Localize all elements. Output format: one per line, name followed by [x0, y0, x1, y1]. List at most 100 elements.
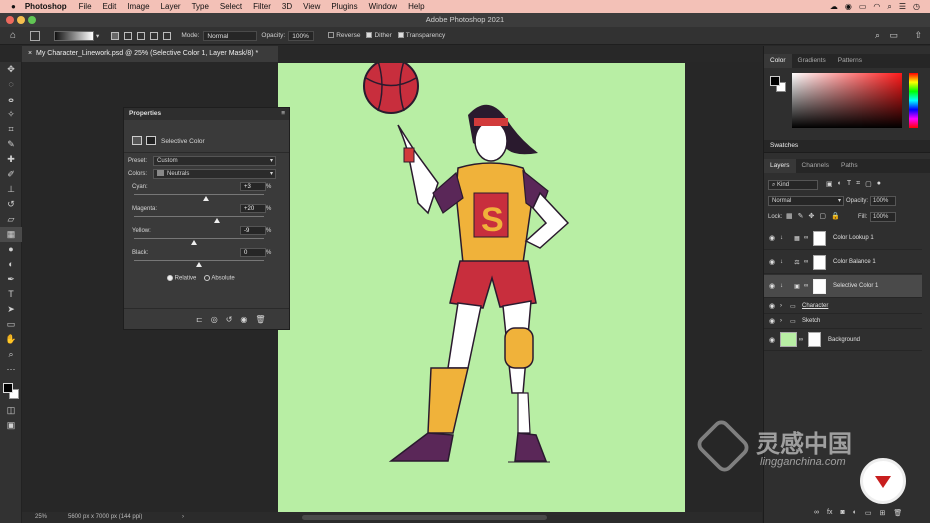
view-previous-state-icon[interactable]: ◎ — [211, 315, 218, 324]
lock-position-icon[interactable]: ✥ — [809, 212, 815, 220]
home-icon[interactable]: ⌂ — [10, 30, 16, 41]
tab-paths[interactable]: Paths — [835, 159, 864, 173]
opacity-field[interactable]: 100% — [288, 30, 315, 41]
blend-mode-select[interactable]: Normal ▾ — [768, 196, 844, 206]
menu-file[interactable]: File — [79, 2, 92, 11]
wifi-icon[interactable]: ◠ — [873, 2, 880, 11]
color-swatches[interactable] — [0, 377, 21, 403]
new-layer-icon[interactable]: ⊞ — [880, 509, 886, 517]
layer-row[interactable]: ◉ ∞ Background — [764, 329, 922, 351]
zoom-tool-icon[interactable]: ⌕ — [0, 347, 22, 362]
black-slider[interactable] — [134, 260, 264, 261]
new-group-icon[interactable]: ▭ — [865, 509, 872, 517]
radial-gradient-icon[interactable] — [124, 31, 133, 40]
menu-view[interactable]: View — [303, 2, 320, 11]
gradient-picker[interactable] — [54, 30, 95, 41]
layer-mask-thumbnail[interactable] — [813, 278, 826, 294]
search-icon[interactable]: ⌕ — [887, 2, 891, 12]
eraser-tool-icon[interactable]: ▱ — [0, 212, 22, 227]
record-icon[interactable]: ◉ — [845, 2, 852, 11]
crop-tool-icon[interactable]: ⌗ — [0, 122, 22, 137]
menu-plugins[interactable]: Plugins — [331, 2, 357, 11]
menu-help[interactable]: Help — [408, 2, 424, 11]
smart-object-filter-icon[interactable]: ▢ — [865, 180, 872, 188]
yellow-value[interactable]: -9 — [240, 226, 266, 235]
pen-tool-icon[interactable]: ✒ — [0, 272, 22, 287]
magenta-value[interactable]: +20 — [240, 204, 266, 213]
link-layers-icon[interactable]: ∞ — [814, 509, 819, 517]
apple-icon[interactable]: ● — [11, 2, 16, 11]
delete-icon[interactable]: 🗑 — [255, 315, 265, 324]
blur-tool-icon[interactable]: ● — [0, 242, 22, 257]
share-icon[interactable]: ⇧ — [914, 30, 922, 41]
visibility-eye-icon[interactable]: ◉ — [764, 258, 780, 266]
dodge-tool-icon[interactable]: ◐ — [0, 257, 22, 272]
status-menu-icon[interactable]: › — [182, 514, 184, 520]
layer-group-row[interactable]: ◉ › ▭ Sketch — [764, 314, 922, 329]
screen-mode-icon[interactable]: ▣ — [0, 418, 22, 433]
reset-icon[interactable]: ↺ — [226, 315, 233, 324]
visibility-icon[interactable]: ◉ — [240, 315, 247, 324]
shape-tool-icon[interactable]: ▭ — [0, 317, 22, 332]
fill-field[interactable]: 100% — [870, 212, 896, 222]
menu-image[interactable]: Image — [127, 2, 149, 11]
tab-layers[interactable]: Layers — [764, 159, 796, 173]
lock-transparent-icon[interactable]: ▦ — [786, 212, 793, 220]
delete-layer-icon[interactable]: 🗑 — [893, 509, 902, 517]
fx-icon[interactable]: fx — [827, 509, 832, 517]
close-tab-icon[interactable]: × — [28, 50, 34, 57]
menu-layer[interactable]: Layer — [161, 2, 181, 11]
yellow-slider-thumb[interactable] — [190, 240, 197, 245]
transparency-checkbox[interactable] — [397, 32, 404, 39]
layer-row-selected[interactable]: ◉ ↓ ▣ ∞ Selective Color 1 — [764, 275, 922, 298]
history-brush-tool-icon[interactable]: ↺ — [0, 197, 22, 212]
color-field[interactable] — [792, 73, 902, 128]
cyan-value[interactable]: +3 — [240, 182, 266, 191]
pixel-filter-icon[interactable]: ▣ — [826, 180, 833, 188]
document-canvas[interactable]: S — [278, 58, 685, 512]
layer-opacity-field[interactable]: 100% — [870, 196, 896, 206]
layer-row[interactable]: ◉ ↓ ▦ ∞ Color Lookup 1 — [764, 227, 922, 250]
angle-gradient-icon[interactable] — [137, 31, 146, 40]
foreground-color[interactable] — [3, 383, 13, 393]
diamond-gradient-icon[interactable] — [163, 31, 172, 40]
control-center-icon[interactable]: ☰ — [899, 2, 906, 11]
document-tab[interactable]: × My Character_Linework.psd @ 25% (Selec… — [22, 46, 278, 62]
brush-tool-icon[interactable]: ✐ — [0, 167, 22, 182]
menu-type[interactable]: Type — [192, 2, 209, 11]
hand-tool-icon[interactable]: ✋ — [0, 332, 22, 347]
layer-group-row[interactable]: ◉ › ▭ Character — [764, 299, 922, 314]
layer-mask-thumbnail[interactable] — [808, 332, 821, 347]
foreground-swatch[interactable] — [770, 76, 780, 86]
more-tools-icon[interactable]: ⋯ — [0, 362, 22, 377]
tab-channels[interactable]: Channels — [796, 159, 835, 173]
magenta-slider-thumb[interactable] — [214, 218, 221, 223]
marquee-tool-icon[interactable]: ◌ — [0, 77, 22, 92]
clock-icon[interactable]: ◷ — [913, 2, 920, 11]
tool-preset-icon[interactable] — [30, 30, 41, 41]
linear-gradient-icon[interactable] — [111, 31, 120, 40]
clone-stamp-tool-icon[interactable]: ⊥ — [0, 182, 22, 197]
lock-image-icon[interactable]: ✎ — [798, 212, 804, 220]
cyan-slider-thumb[interactable] — [202, 196, 209, 201]
zoom-level[interactable]: 25% — [35, 514, 47, 520]
move-tool-icon[interactable]: ✥ — [0, 62, 22, 77]
cyan-slider[interactable] — [134, 194, 264, 195]
new-adjustment-icon[interactable]: ◐ — [853, 509, 857, 517]
dither-checkbox[interactable] — [366, 32, 373, 39]
zoom-window-button[interactable] — [28, 16, 36, 24]
black-value[interactable]: 0 — [240, 248, 266, 257]
eyedropper-tool-icon[interactable]: ✎ — [0, 137, 22, 152]
filter-toggle-icon[interactable]: ● — [877, 180, 881, 188]
type-filter-icon[interactable]: T — [847, 180, 851, 188]
lock-artboard-icon[interactable]: ▢ — [819, 212, 826, 220]
black-slider-thumb[interactable] — [196, 262, 202, 267]
reverse-checkbox[interactable] — [328, 32, 335, 39]
minimize-window-button[interactable] — [17, 16, 25, 24]
search-icon[interactable]: ⌕ — [875, 30, 880, 41]
relative-radio[interactable] — [167, 275, 173, 281]
workspace-icon[interactable]: ▭ — [889, 30, 898, 41]
visibility-eye-icon[interactable]: ◉ — [764, 282, 780, 290]
quick-mask-icon[interactable]: ◫ — [0, 403, 22, 418]
menu-filter[interactable]: Filter — [253, 2, 271, 11]
